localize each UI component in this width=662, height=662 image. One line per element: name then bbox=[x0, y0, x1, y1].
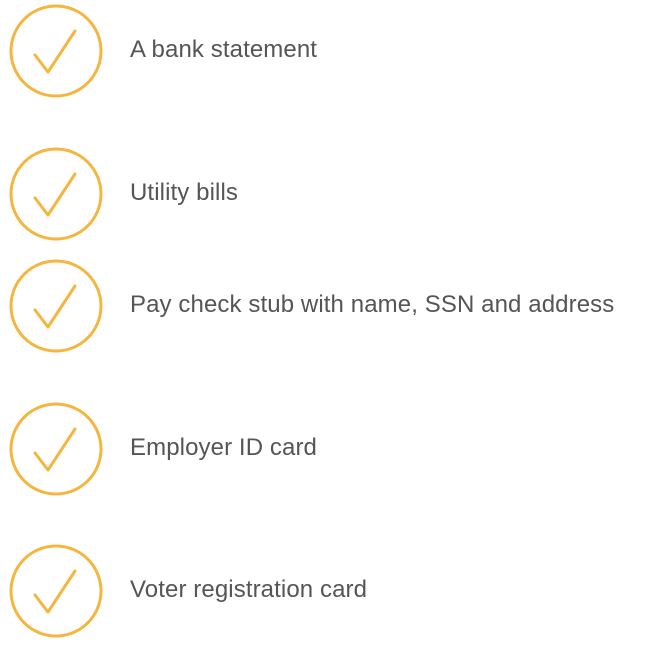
list-item-label: Employer ID card bbox=[130, 434, 317, 461]
check-icon bbox=[8, 258, 104, 354]
list-item-label: Pay check stub with name, SSN and addres… bbox=[130, 291, 615, 318]
list-item: A bank statement bbox=[0, 0, 662, 110]
check-icon bbox=[8, 3, 104, 99]
list-item: Pay check stub with name, SSN and addres… bbox=[0, 255, 662, 365]
list-item: Voter registration card bbox=[0, 540, 662, 650]
document-checklist: A bank statement Utility bills Pay check… bbox=[0, 0, 662, 662]
list-item-label: Voter registration card bbox=[130, 576, 368, 603]
check-icon bbox=[8, 401, 104, 497]
list-item: Employer ID card bbox=[0, 398, 662, 508]
list-item-label: A bank statement bbox=[130, 36, 318, 63]
list-item: Utility bills bbox=[0, 143, 662, 253]
list-item-label: Utility bills bbox=[130, 179, 238, 206]
check-icon bbox=[8, 146, 104, 242]
check-icon bbox=[8, 543, 104, 639]
